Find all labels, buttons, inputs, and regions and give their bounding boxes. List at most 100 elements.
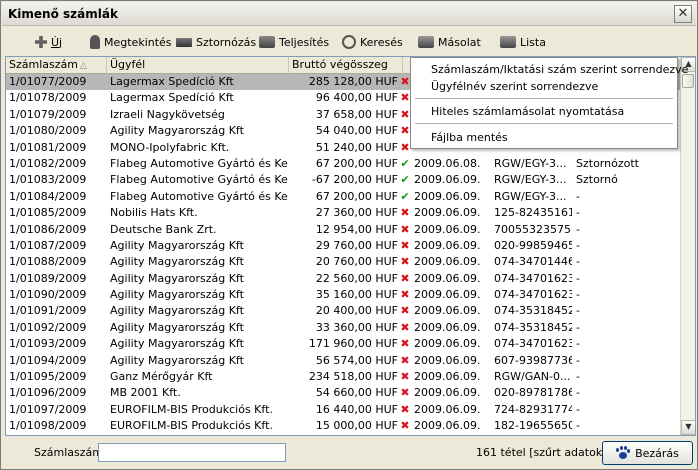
table-row[interactable]: 1/01095/2009 Ganz Mérőgyár Kft 234 518,00 …: [6, 369, 682, 385]
table-row[interactable]: 1/01098/2009 EUROFILM-BIS Produkciós Kft.…: [6, 418, 682, 434]
note-cell: -: [576, 222, 580, 236]
table-row[interactable]: 1/01085/2009 Nobilis Hats Kft. 27 360,00 H…: [6, 205, 682, 221]
customer-cell: Agility Magyarország Kft: [110, 353, 244, 367]
column-header-gross[interactable]: Bruttó végösszeg: [289, 57, 403, 74]
column-header-number-label: Számlaszám: [9, 58, 78, 71]
invoice-number-cell: 1/01093/2009: [9, 337, 87, 351]
customer-cell: Lagermax Spedíció Kft: [110, 75, 234, 88]
invoice-number-search-input[interactable]: [98, 443, 286, 462]
cross-icon: ✖: [400, 402, 410, 416]
cross-icon: ✖: [400, 386, 410, 400]
storno-button[interactable]: Sztornózás: [176, 31, 256, 53]
search-button-label: Keresés: [360, 35, 403, 49]
menu-item-sort-by-customer[interactable]: Ügyfélnév szerint sorrendezve: [431, 80, 598, 93]
gross-amount-cell: 37 658,00 HUF: [315, 107, 398, 121]
customer-cell: MB 2001 Kft.: [110, 386, 181, 400]
invoice-number-cell: 1/01086/2009: [9, 222, 87, 236]
table-row[interactable]: 1/01096/2009 MB 2001 Kft. 54 660,00 HUF 200…: [6, 385, 682, 401]
column-header-number[interactable]: Számlaszám △: [6, 57, 107, 74]
gross-amount-cell: 29 760,00 HUF: [315, 238, 398, 252]
date-cell: 2009.06.09.: [414, 288, 481, 302]
table-row[interactable]: 1/01094/2009 Agility Magyarország Kft 56 5…: [6, 353, 682, 369]
date-cell: 2009.06.09.: [414, 337, 481, 351]
date-cell: 2009.06.09.: [414, 206, 481, 220]
scroll-down-button[interactable]: ▼: [681, 420, 695, 435]
scroll-thumb[interactable]: [682, 74, 694, 88]
reference-cell: 020-89781786: [494, 386, 572, 400]
gross-amount-cell: 96 400,00 HUF: [315, 91, 398, 105]
table-row[interactable]: 1/01082/2009 Flabeg Automotive Gyártó és …: [6, 156, 682, 172]
note-cell: -: [576, 304, 580, 318]
note-cell: Sztornó: [576, 173, 618, 187]
list-button[interactable]: Lista: [500, 31, 546, 53]
copy-button-label: Másolat: [438, 35, 481, 49]
customer-cell: Izraeli Nagykövetség: [110, 107, 225, 121]
menu-separator: [415, 98, 673, 99]
copy-button[interactable]: Másolat: [418, 31, 481, 53]
invoice-number-cell: 1/01088/2009: [9, 255, 87, 269]
toolbar: Új Megtekintés Sztornózás Teljesítés Ker…: [2, 27, 696, 57]
gross-amount-cell: 234 518,00 HUF: [308, 370, 398, 384]
filter-indicator: [szűrt adatok]: [529, 446, 607, 459]
window-close-button[interactable]: ✕: [674, 5, 692, 23]
gross-amount-cell: 27 360,00 HUF: [315, 206, 398, 220]
menu-item-sort-by-number[interactable]: Számlaszám/Iktatási szám szerint sorrend…: [431, 63, 688, 76]
note-cell: -: [576, 337, 580, 351]
view-icon: [90, 35, 100, 49]
reference-cell: 172-70416975: [494, 435, 572, 436]
table-row[interactable]: 1/01087/2009 Agility Magyarország Kft 29 7…: [6, 238, 682, 254]
checkmark-icon: ✔: [400, 173, 410, 187]
gross-amount-cell: 77 786,00 HUF: [290, 435, 398, 436]
customer-cell: EUROFILM-BIS Produkciós Kft.: [110, 419, 273, 433]
invoice-number-cell: 1/01097/2009: [9, 402, 87, 416]
customer-cell: Flabeg Automotive Gyártó és Keres...: [110, 173, 288, 187]
note-cell: -: [576, 320, 580, 334]
cross-icon: ✖: [400, 370, 410, 384]
table-row[interactable]: 1/01083/2009 Flabeg Automotive Gyártó és …: [6, 172, 682, 188]
table-row[interactable]: 1/01090/2009 Agility Magyarország Kft 35 1…: [6, 287, 682, 303]
cross-icon: ✖: [398, 435, 412, 436]
menu-item-print-certified-copy[interactable]: Hiteles számlamásolat nyomtatása: [431, 105, 624, 118]
context-menu: Számlaszám/Iktatási szám szerint sorrend…: [410, 57, 688, 149]
settle-button-label: Teljesítés: [279, 35, 330, 49]
date-cell: 2009.06.09.: [414, 353, 481, 367]
cross-icon: ✖: [400, 206, 410, 220]
table-row[interactable]: 1/01089/2009 Agility Magyarország Kft 22 5…: [6, 271, 682, 287]
reference-cell: 074-35318452: [494, 320, 572, 334]
invoice-number-cell: 1/01078/2009: [9, 91, 87, 105]
customer-cell: Agility Magyarország Kft: [110, 337, 244, 351]
search-button[interactable]: Keresés: [342, 31, 403, 53]
note-cell: -: [576, 370, 580, 384]
table-row[interactable]: 1/01092/2009 Agility Magyarország Kft 33 3…: [6, 320, 682, 336]
table-row[interactable]: 1/01093/2009 Agility Magyarország Kft 171 …: [6, 336, 682, 352]
record-count-value: 161 tétel: [476, 446, 526, 459]
table-row[interactable]: 1/01091/2009 Agility Magyarország Kft 20 4…: [6, 303, 682, 319]
new-button[interactable]: Új: [35, 31, 62, 53]
checkmark-icon: ✔: [400, 156, 410, 170]
table-row[interactable]: 1/01086/2009 Deutsche Bank Zrt. 12 954,00 …: [6, 222, 682, 238]
table-row[interactable]: 1/01097/2009 EUROFILM-BIS Produkciós Kft.…: [6, 402, 682, 418]
table-row[interactable]: 1/01099/2009Lagermax Spedíció Kft77 786,…: [6, 435, 682, 436]
column-header-customer[interactable]: Ügyfél: [107, 57, 289, 74]
invoice-number-cell: 1/01094/2009: [9, 353, 87, 367]
table-row[interactable]: 1/01084/2009 Flabeg Automotive Gyártó és …: [6, 189, 682, 205]
close-button[interactable]: Bezárás: [602, 441, 693, 465]
date-cell: 2009.06.09.: [414, 386, 481, 400]
customer-cell: Agility Magyarország Kft: [110, 320, 244, 334]
invoice-number-cell: 1/01096/2009: [9, 386, 87, 400]
printer-icon: [259, 36, 275, 48]
customer-cell: Lagermax Spedíció Kft: [110, 91, 234, 105]
note-cell: -: [576, 271, 580, 285]
storno-button-label: Sztornózás: [196, 35, 257, 49]
view-button[interactable]: Megtekintés: [90, 31, 172, 53]
reference-cell: 074-34701446: [494, 255, 572, 269]
cross-icon: ✖: [400, 304, 410, 318]
reference-cell: 074-34701623: [494, 288, 572, 302]
table-row[interactable]: 1/01088/2009 Agility Magyarország Kft 20 7…: [6, 254, 682, 270]
menu-item-save-to-file[interactable]: Fájlba mentés: [431, 131, 508, 144]
customer-cell: Agility Magyarország Kft: [110, 304, 244, 318]
vertical-scrollbar[interactable]: ▲ ▼: [680, 57, 695, 435]
note-cell: -: [576, 402, 580, 416]
customer-cell: Agility Magyarország Kft: [110, 124, 244, 138]
settle-button[interactable]: Teljesítés: [259, 31, 329, 53]
